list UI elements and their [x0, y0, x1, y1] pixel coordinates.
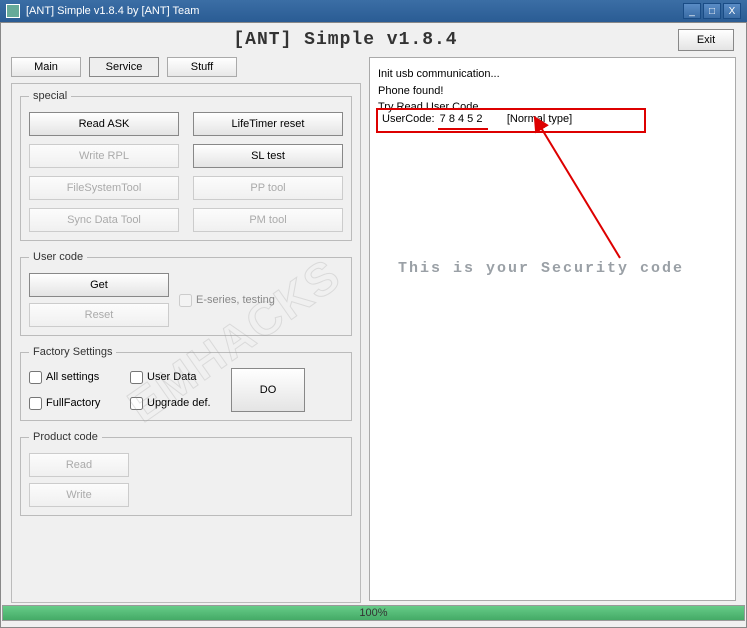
write-product-button: Write	[29, 483, 129, 507]
usercode-legend: User code	[29, 251, 87, 263]
window-body: [ANT] Simple v1.8.4 Exit Main Service St…	[0, 22, 747, 628]
usercode-value: 7 8 4 5 2	[438, 111, 489, 130]
left-panel: Main Service Stuff special Read ASK Life…	[11, 57, 361, 603]
service-panel: special Read ASK LifeTimer reset Write R…	[11, 83, 361, 603]
usercode-type: [Normal type]	[507, 113, 572, 125]
content-area: Main Service Stuff special Read ASK Life…	[1, 53, 746, 613]
usercode-label: UserCode:	[382, 113, 435, 125]
maximize-button[interactable]: □	[703, 3, 721, 19]
user-data-checkbox[interactable]	[130, 371, 143, 384]
upgrade-def-label: Upgrade def.	[147, 397, 211, 409]
all-settings-label: All settings	[46, 371, 99, 383]
all-settings-checkbox[interactable]	[29, 371, 42, 384]
close-button[interactable]: X	[723, 3, 741, 19]
progress-bar: 100%	[2, 605, 745, 621]
factory-group: Factory Settings All settings User Data …	[20, 346, 352, 421]
right-panel: Init usb communication... Phone found! T…	[369, 57, 736, 603]
log-line: Init usb communication...	[378, 66, 727, 83]
tab-main[interactable]: Main	[11, 57, 81, 77]
usercode-highlight: UserCode: 7 8 4 5 2 [Normal type]	[376, 108, 646, 133]
read-product-button: Read	[29, 453, 129, 477]
full-factory-checkbox[interactable]	[29, 397, 42, 410]
factory-legend: Factory Settings	[29, 346, 116, 358]
app-icon	[6, 4, 20, 18]
progress-fill: 100%	[3, 606, 744, 620]
special-legend: special	[29, 90, 71, 102]
user-data-label: User Data	[147, 371, 197, 383]
minimize-button[interactable]: _	[683, 3, 701, 19]
exit-button[interactable]: Exit	[678, 29, 734, 51]
window-title: [ANT] Simple v1.8.4 by [ANT] Team	[26, 5, 681, 17]
header-row: [ANT] Simple v1.8.4 Exit	[1, 23, 746, 53]
sl-test-button[interactable]: SL test	[193, 144, 343, 168]
tab-service[interactable]: Service	[89, 57, 159, 77]
get-usercode-button[interactable]: Get	[29, 273, 169, 297]
eseries-label: E-series, testing	[196, 294, 275, 306]
window-titlebar: [ANT] Simple v1.8.4 by [ANT] Team _ □ X	[0, 0, 747, 22]
sync-data-tool-button: Sync Data Tool	[29, 208, 179, 232]
full-factory-label: FullFactory	[46, 397, 100, 409]
read-ask-button[interactable]: Read ASK	[29, 112, 179, 136]
product-code-legend: Product code	[29, 431, 102, 443]
special-group: special Read ASK LifeTimer reset Write R…	[20, 90, 352, 241]
do-button[interactable]: DO	[231, 368, 305, 412]
pm-tool-button: PM tool	[193, 208, 343, 232]
upgrade-def-checkbox[interactable]	[130, 397, 143, 410]
eseries-checkbox	[179, 294, 192, 307]
eseries-row: E-series, testing	[179, 294, 275, 307]
lifetimer-reset-button[interactable]: LifeTimer reset	[193, 112, 343, 136]
pp-tool-button: PP tool	[193, 176, 343, 200]
app-title: [ANT] Simple v1.8.4	[13, 30, 678, 50]
tab-stuff[interactable]: Stuff	[167, 57, 237, 77]
annotation-text: This is your Security code	[398, 258, 684, 281]
product-code-group: Product code Read Write	[20, 431, 352, 516]
progress-label: 100%	[359, 606, 387, 620]
filesystem-tool-button: FileSystemTool	[29, 176, 179, 200]
log-line: Phone found!	[378, 83, 727, 100]
log-output: Init usb communication... Phone found! T…	[369, 57, 736, 601]
usercode-group: User code Get Reset E-series, testing	[20, 251, 352, 336]
tabs-row: Main Service Stuff	[11, 57, 361, 77]
reset-usercode-button: Reset	[29, 303, 169, 327]
write-rpl-button: Write RPL	[29, 144, 179, 168]
